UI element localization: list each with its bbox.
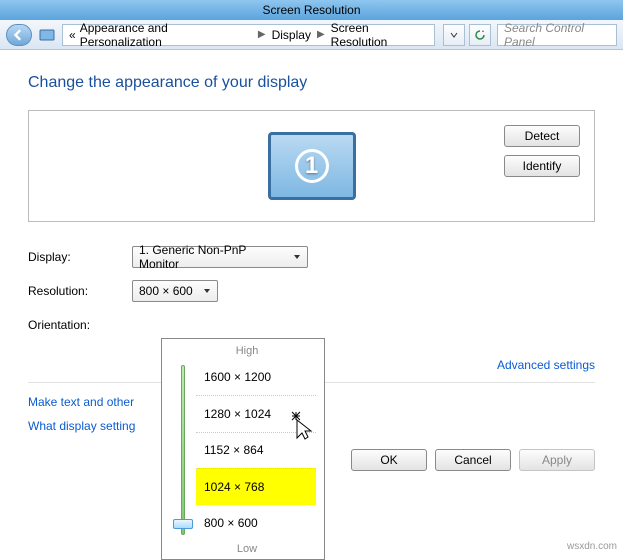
resolution-row: Resolution: 800 × 600: [28, 274, 595, 308]
watermark: wsxdn.com: [567, 541, 617, 552]
chevron-right-icon: ▶: [317, 29, 325, 40]
cursor-icon: [291, 410, 313, 443]
monitor-number: 1: [295, 149, 329, 183]
breadcrumb-level-3[interactable]: Screen Resolution: [331, 21, 428, 49]
side-buttons: Detect Identify: [504, 125, 580, 177]
breadcrumb-level-1[interactable]: Appearance and Personalization: [80, 21, 252, 49]
search-input[interactable]: Search Control Panel: [497, 24, 617, 46]
resolution-options: 1600 × 1200 1280 × 1024 1152 × 864 1024 …: [196, 359, 316, 541]
display-label: Display:: [28, 250, 132, 264]
back-button[interactable]: [6, 24, 32, 46]
dropdown-button[interactable]: [443, 24, 465, 46]
slider-rail: [181, 365, 185, 535]
resolution-label: Resolution:: [28, 284, 132, 298]
resolution-value: 800 × 600: [139, 284, 193, 298]
advanced-settings-link[interactable]: Advanced settings: [497, 358, 595, 372]
resolution-option[interactable]: 1600 × 1200: [196, 359, 316, 395]
refresh-button[interactable]: [469, 24, 491, 46]
breadcrumb[interactable]: « Appearance and Personalization ▶ Displ…: [62, 24, 435, 46]
low-label: Low: [178, 543, 316, 555]
nav-bar: « Appearance and Personalization ▶ Displ…: [0, 20, 623, 50]
breadcrumb-level-2[interactable]: Display: [272, 28, 311, 42]
display-select[interactable]: 1. Generic Non-PnP Monitor: [132, 246, 308, 268]
chevron-down-icon: [293, 250, 301, 264]
high-label: High: [178, 345, 316, 357]
resolution-slider[interactable]: [170, 359, 196, 541]
chevron-right-icon: ▶: [258, 29, 266, 40]
display-value: 1. Generic Non-PnP Monitor: [139, 243, 287, 271]
chevron-down-icon: [203, 284, 211, 298]
control-panel-icon: [38, 26, 56, 44]
identify-button[interactable]: Identify: [504, 155, 580, 177]
search-placeholder: Search Control Panel: [504, 21, 610, 49]
display-preview-box: 1 Detect Identify: [28, 110, 595, 222]
orientation-label: Orientation:: [28, 318, 132, 332]
page-title: Change the appearance of your display: [28, 74, 595, 92]
ok-button[interactable]: OK: [351, 449, 427, 471]
resolution-option-selected[interactable]: 1024 × 768: [196, 468, 316, 504]
breadcrumb-prefix: «: [69, 28, 76, 42]
resolution-select[interactable]: 800 × 600: [132, 280, 218, 302]
apply-button[interactable]: Apply: [519, 449, 595, 471]
detect-button[interactable]: Detect: [504, 125, 580, 147]
display-row: Display: 1. Generic Non-PnP Monitor: [28, 240, 595, 274]
window-title-bar: Screen Resolution: [0, 0, 623, 20]
resolution-dropdown: High 1600 × 1200 1280 × 1024 1152 × 864 …: [161, 338, 325, 560]
title-text: Screen Resolution: [262, 3, 360, 17]
monitor-thumbnail[interactable]: 1: [268, 132, 356, 200]
chevron-down-icon: [450, 31, 458, 39]
cancel-button[interactable]: Cancel: [435, 449, 511, 471]
arrow-left-icon: [13, 29, 25, 41]
refresh-icon: [474, 29, 486, 41]
resolution-option[interactable]: 800 × 600: [196, 505, 316, 541]
orientation-row: Orientation:: [28, 308, 595, 342]
slider-thumb[interactable]: [173, 519, 193, 529]
